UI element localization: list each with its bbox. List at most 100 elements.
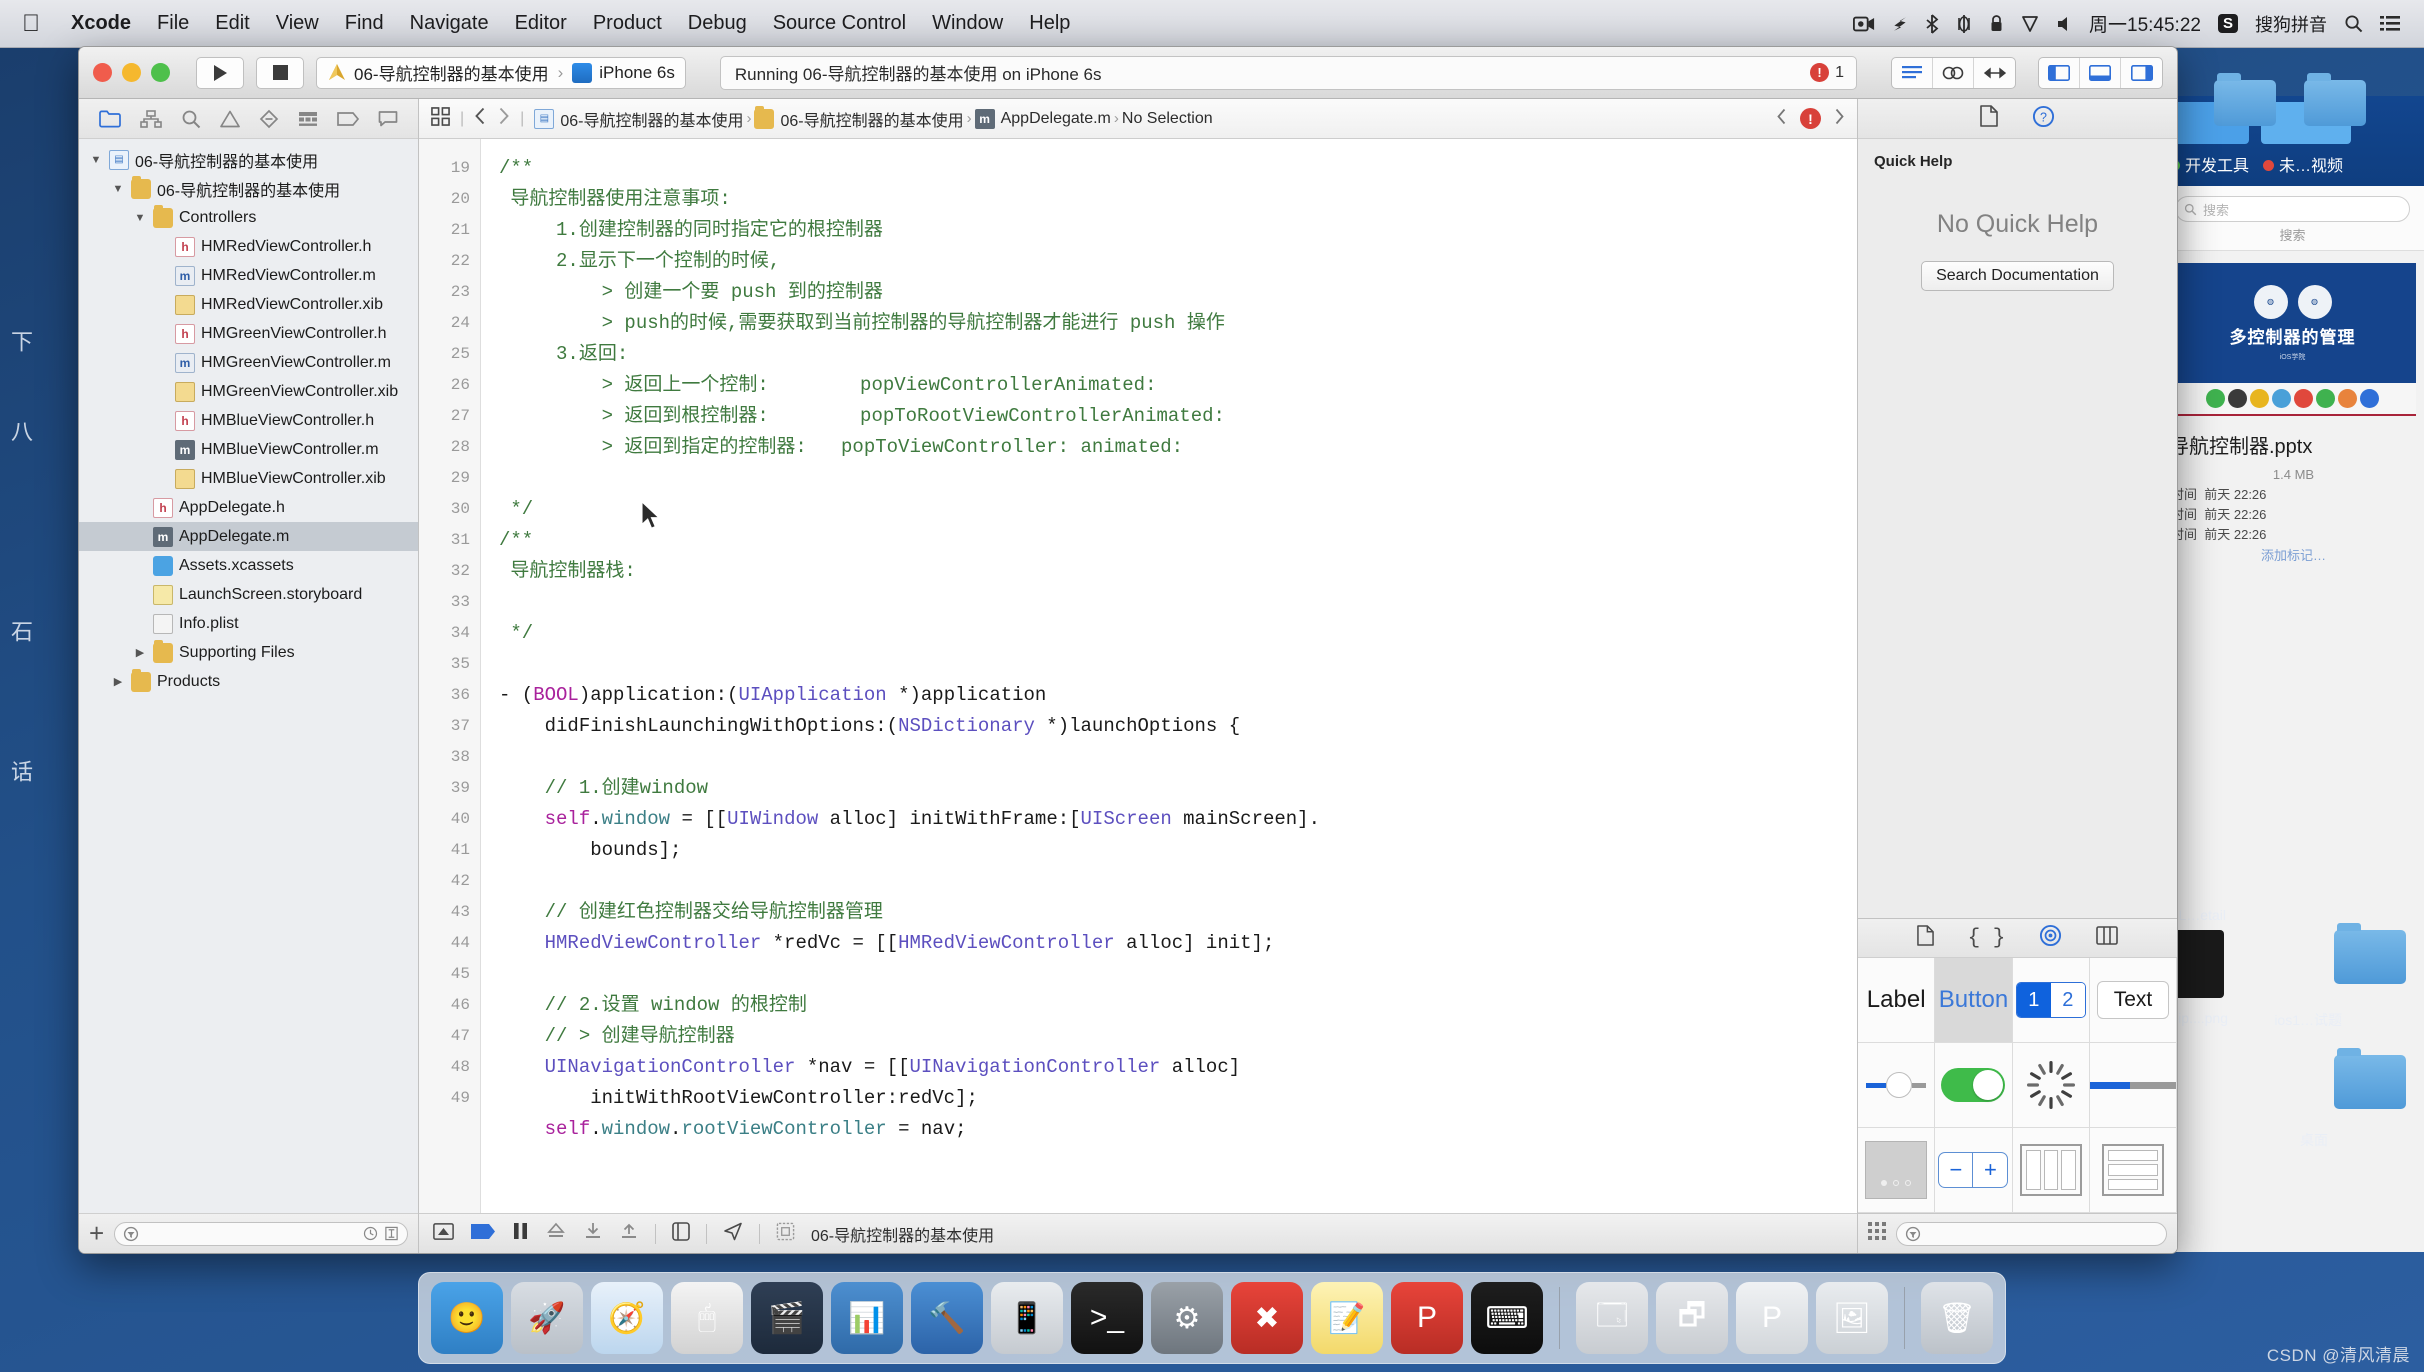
code-line[interactable] xyxy=(499,649,1857,680)
code-line[interactable]: */ xyxy=(499,618,1857,649)
disclosure-triangle-icon[interactable]: ▶ xyxy=(111,675,125,688)
airplay-icon[interactable] xyxy=(1892,15,1908,33)
tree-item[interactable]: Info.plist xyxy=(79,609,418,638)
breadcrumb[interactable]: ▤ 06-导航控制器的基本使用 › 06-导航控制器的基本使用 › m AppDelegat… xyxy=(534,105,1213,131)
tree-item[interactable]: ▼ 06-导航控制器的基本使用 xyxy=(79,174,418,203)
issue-prev-button[interactable] xyxy=(1776,108,1788,130)
safari-icon[interactable]: 🧭 xyxy=(591,1282,663,1354)
breadcrumb-item[interactable]: ▤ 06-导航控制器的基本使用 xyxy=(534,107,743,131)
editor-mode-group[interactable] xyxy=(1891,56,2016,89)
breadcrumb-item[interactable]: m AppDelegate.m xyxy=(974,108,1111,129)
minimize-button[interactable] xyxy=(122,63,141,82)
disclosure-triangle-icon[interactable]: ▼ xyxy=(133,212,147,224)
page-control-object[interactable] xyxy=(1858,1128,1936,1213)
keynote-doc-icon[interactable]: P xyxy=(1736,1282,1808,1354)
collection-view-object[interactable] xyxy=(2012,1128,2090,1213)
location-simulate-icon[interactable] xyxy=(723,1222,743,1246)
code-line[interactable]: didFinishLaunchingWithOptions:(NSDiction… xyxy=(499,711,1857,742)
code-line[interactable]: initWithRootViewController:redVc]; xyxy=(499,1083,1857,1114)
label-object[interactable]: Label xyxy=(1858,958,1936,1043)
quick-help-icon[interactable]: ? xyxy=(2032,105,2055,133)
code-editor[interactable]: 19 20 21 22 23 24 25 26 27 28 29 30 31 32 33 34 35 36 37 38… xyxy=(419,139,1857,1213)
code-line[interactable] xyxy=(499,463,1857,494)
close-button[interactable] xyxy=(93,63,112,82)
plus-icon[interactable]: + xyxy=(89,1218,104,1249)
library-filter-input[interactable] xyxy=(1896,1221,2167,1246)
debug-toggle-button[interactable] xyxy=(2080,57,2121,88)
object-library-icon[interactable] xyxy=(2039,924,2062,952)
mouse-utility-icon[interactable]: 🖱 xyxy=(671,1282,743,1354)
xcode-window[interactable]: 06-导航控制器的基本使用 › iPhone 6s Running 06-导航控… xyxy=(78,46,2178,1254)
xmind-icon[interactable]: ✖ xyxy=(1231,1282,1303,1354)
finder-add-tags[interactable]: 添加标记… xyxy=(2171,546,2416,566)
code-line[interactable] xyxy=(499,866,1857,897)
panel-toggle-group[interactable] xyxy=(2038,56,2163,89)
code-line[interactable]: self.window = [[UIWindow alloc] initWith… xyxy=(499,804,1857,835)
tree-item[interactable]: LaunchScreen.storyboard xyxy=(79,580,418,609)
utilities-panel[interactable]: ? Quick Help No Quick Help Search Docume… xyxy=(1857,99,2177,1253)
tree-item[interactable]: Assets.xcassets xyxy=(79,551,418,580)
xcode-toolbar[interactable]: 06-导航控制器的基本使用 › iPhone 6s Running 06-导航控… xyxy=(79,47,2177,99)
text-field-object[interactable]: Text xyxy=(2090,958,2177,1043)
disclosure-triangle-icon[interactable]: ▶ xyxy=(133,646,147,659)
debug-navigator-icon[interactable] xyxy=(298,110,318,128)
scheme-selector[interactable]: 06-导航控制器的基本使用 › iPhone 6s xyxy=(316,56,686,89)
finder-search-area[interactable]: 搜索 搜索 xyxy=(2161,186,2424,251)
menu-item-source-control[interactable]: Source Control xyxy=(760,12,919,35)
breakpoint-activate-icon[interactable] xyxy=(470,1223,496,1245)
zoom-button[interactable] xyxy=(151,63,170,82)
project-file-tree[interactable]: ▼ ▤ 06-导航控制器的基本使用 ▼ 06-导航控制器的基本使用 ▼ Controller… xyxy=(79,139,418,1213)
code-line[interactable]: > 创建一个要 push 到的控制器 xyxy=(499,277,1857,308)
menu-items[interactable]: Xcode File Edit View Find Navigate Editor Produ… xyxy=(58,12,1083,35)
code-line[interactable]: 1.创建控制器的同时指定它的根控制器 xyxy=(499,215,1857,246)
menu-item-view[interactable]: View xyxy=(263,12,332,35)
vpn-icon[interactable] xyxy=(1956,14,1972,34)
system-preferences-icon[interactable]: ⚙ xyxy=(1151,1282,1223,1354)
pause-icon[interactable] xyxy=(512,1222,529,1245)
file-inspector-icon[interactable] xyxy=(1980,105,1998,132)
window-traffic-lights[interactable] xyxy=(93,63,170,82)
breadcrumb-item[interactable]: 06-导航控制器的基本使用 xyxy=(754,105,964,131)
code-line[interactable]: */ xyxy=(499,494,1857,525)
tree-item[interactable]: ▼ Controllers xyxy=(79,203,418,232)
disclosure-triangle-icon[interactable]: ▼ xyxy=(89,154,103,166)
menu-item-product[interactable]: Product xyxy=(580,12,675,35)
notification-center-icon[interactable] xyxy=(2380,15,2400,33)
menu-item-find[interactable]: Find xyxy=(332,12,397,35)
code-line[interactable] xyxy=(499,959,1857,990)
tree-item[interactable]: m HMRedViewController.m xyxy=(79,261,418,290)
code-line[interactable]: /** xyxy=(499,153,1857,184)
activity-indicator-object[interactable] xyxy=(2012,1043,2090,1128)
library-tab-bar[interactable]: { } xyxy=(1858,918,2177,958)
editor-jump-bar[interactable]: | | ▤ 06-导航控制器的基本使用 › 06-导航控制器的基本使用 › m AppDel… xyxy=(419,99,1857,139)
tree-item[interactable]: m HMBlueViewController.m xyxy=(79,435,418,464)
code-line[interactable]: self.window.rootViewController = nav; xyxy=(499,1114,1857,1145)
related-items-icon[interactable] xyxy=(431,106,450,131)
menu-bar-status-items[interactable]: 周一15:45:22 S 搜狗拼音 xyxy=(1853,10,2410,37)
error-badge-icon[interactable]: ! xyxy=(1800,108,1821,129)
menu-bar-clock[interactable]: 周一15:45:22 xyxy=(2089,10,2201,37)
code-line[interactable]: > push的时候,需要获取到当前控制器的导航控制器才能进行 push 操作 xyxy=(499,308,1857,339)
search-icon[interactable] xyxy=(2344,14,2363,33)
code-line[interactable]: UINavigationController *nav = [[UINaviga… xyxy=(499,1052,1857,1083)
button-object[interactable]: Button xyxy=(1935,958,2013,1043)
issue-next-button[interactable] xyxy=(1833,108,1845,130)
code-line[interactable] xyxy=(499,742,1857,773)
launchpad-icon[interactable]: 🚀 xyxy=(511,1282,583,1354)
menu-item-editor[interactable]: Editor xyxy=(502,12,580,35)
activity-app-icon[interactable]: 📊 xyxy=(831,1282,903,1354)
code-line[interactable]: 2.显示下一个控制的时候, xyxy=(499,246,1857,277)
console-toggle-icon[interactable] xyxy=(433,1222,454,1245)
navigator-filter-input[interactable] xyxy=(114,1221,408,1246)
code-line[interactable]: 导航控制器栈: xyxy=(499,556,1857,587)
apple-logo-icon[interactable]:  xyxy=(22,10,40,38)
tree-item[interactable]: h AppDelegate.h xyxy=(79,493,418,522)
tree-item[interactable]: HMGreenViewController.xib xyxy=(79,377,418,406)
tree-item[interactable]: m AppDelegate.m xyxy=(79,522,418,551)
code-line[interactable] xyxy=(499,587,1857,618)
xcode-icon[interactable]: 🔨 xyxy=(911,1282,983,1354)
code-line[interactable]: 3.返回: xyxy=(499,339,1857,370)
tree-item[interactable]: h HMBlueViewController.h xyxy=(79,406,418,435)
table-view-object[interactable] xyxy=(2090,1128,2177,1213)
code-line[interactable]: > 返回上一个控制: popViewControllerAnimated: xyxy=(499,370,1857,401)
